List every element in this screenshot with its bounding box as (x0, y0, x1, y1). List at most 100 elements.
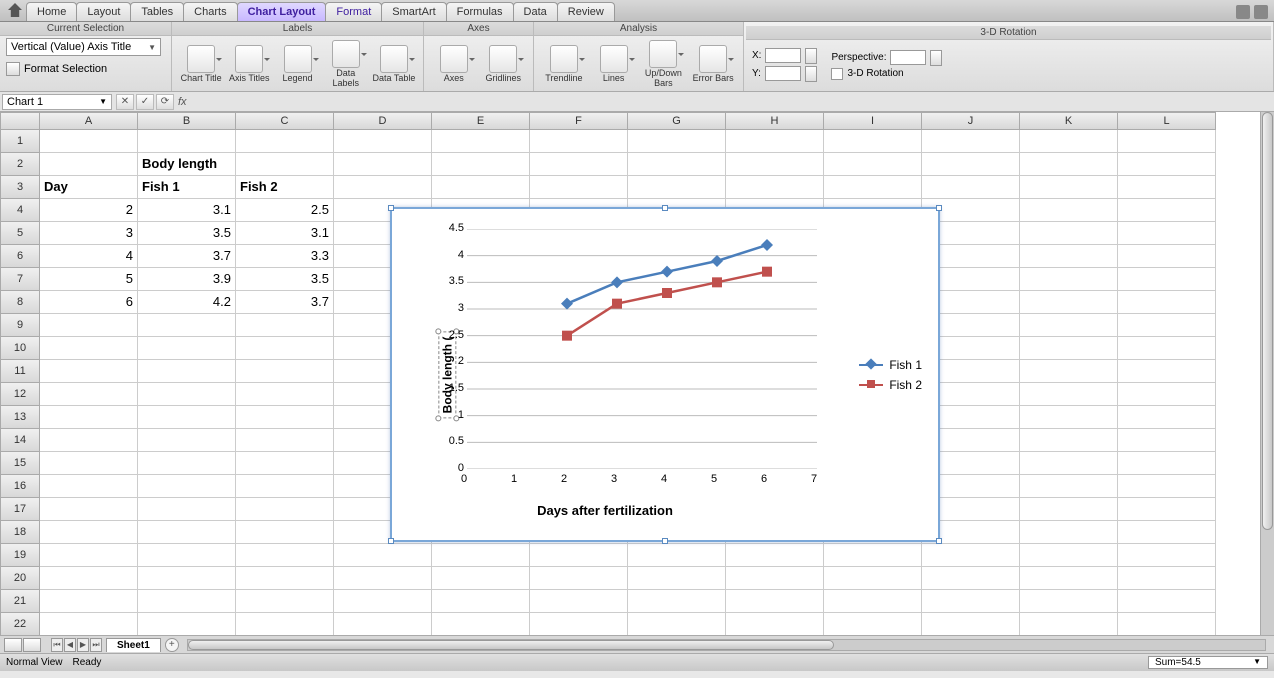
cell[interactable] (1020, 291, 1118, 314)
cell[interactable] (1020, 544, 1118, 567)
cell[interactable] (1020, 521, 1118, 544)
cell[interactable] (1020, 176, 1118, 199)
cell[interactable] (138, 337, 236, 360)
row-header[interactable]: 18 (0, 521, 40, 544)
row-header[interactable]: 13 (0, 406, 40, 429)
cell[interactable] (138, 475, 236, 498)
cell[interactable]: 3.9 (138, 268, 236, 291)
cell[interactable] (628, 544, 726, 567)
cell[interactable] (726, 590, 824, 613)
tab-chart-layout[interactable]: Chart Layout (237, 2, 327, 21)
cell[interactable] (138, 360, 236, 383)
tab-smartart[interactable]: SmartArt (381, 2, 446, 21)
column-header[interactable]: C (236, 112, 334, 130)
cell[interactable] (334, 153, 432, 176)
cell[interactable] (334, 590, 432, 613)
row-header[interactable]: 12 (0, 383, 40, 406)
cell[interactable]: 2 (40, 199, 138, 222)
resize-handle[interactable] (388, 538, 394, 544)
cell[interactable]: Day (40, 176, 138, 199)
cell[interactable]: 3 (40, 222, 138, 245)
cell[interactable] (1118, 567, 1216, 590)
first-sheet-button[interactable]: ⏮ (51, 638, 63, 652)
normal-view-button[interactable] (4, 638, 22, 652)
legend-item-fish2[interactable]: Fish 2 (859, 378, 922, 392)
collapse-ribbon-icon[interactable] (1236, 5, 1250, 19)
column-header[interactable]: G (628, 112, 726, 130)
cell[interactable]: 3.7 (138, 245, 236, 268)
cell[interactable] (334, 130, 432, 153)
cell[interactable] (1118, 153, 1216, 176)
cell[interactable] (138, 406, 236, 429)
cell[interactable] (40, 475, 138, 498)
chart-element-dropdown[interactable]: Vertical (Value) Axis Title ▼ (6, 38, 161, 56)
cell[interactable] (1118, 130, 1216, 153)
data-labels-button[interactable]: Data Labels (323, 40, 369, 89)
cell[interactable] (236, 475, 334, 498)
cell[interactable] (40, 613, 138, 635)
cell[interactable]: 4 (40, 245, 138, 268)
cell[interactable]: 6 (40, 291, 138, 314)
row-header[interactable]: 16 (0, 475, 40, 498)
row-header[interactable]: 3 (0, 176, 40, 199)
cell[interactable] (40, 544, 138, 567)
cell[interactable]: Fish 2 (236, 176, 334, 199)
last-sheet-button[interactable]: ⏭ (90, 638, 102, 652)
column-header[interactable]: I (824, 112, 922, 130)
cell[interactable] (1118, 613, 1216, 635)
rot-y-input[interactable] (765, 66, 801, 81)
cell[interactable] (40, 521, 138, 544)
cell[interactable]: 4.2 (138, 291, 236, 314)
tab-layout[interactable]: Layout (76, 2, 131, 21)
cell[interactable] (922, 590, 1020, 613)
column-header[interactable]: E (432, 112, 530, 130)
gear-icon[interactable] (1254, 5, 1268, 19)
column-header[interactable]: J (922, 112, 1020, 130)
cell[interactable] (40, 360, 138, 383)
cell[interactable] (1020, 406, 1118, 429)
cell[interactable] (1020, 567, 1118, 590)
perspective-spinner[interactable] (930, 50, 942, 66)
cell[interactable]: 3.7 (236, 291, 334, 314)
cell[interactable]: 3.1 (138, 199, 236, 222)
cell[interactable] (1118, 245, 1216, 268)
cell[interactable] (138, 130, 236, 153)
tab-data[interactable]: Data (513, 2, 558, 21)
cell[interactable] (236, 590, 334, 613)
cell[interactable] (432, 153, 530, 176)
cell[interactable] (1020, 199, 1118, 222)
cell[interactable]: 3.5 (138, 222, 236, 245)
row-header[interactable]: 8 (0, 291, 40, 314)
cell[interactable] (628, 567, 726, 590)
cell[interactable] (726, 130, 824, 153)
cell[interactable] (1118, 383, 1216, 406)
tab-charts[interactable]: Charts (183, 2, 237, 21)
cell[interactable] (530, 613, 628, 635)
cell[interactable] (236, 498, 334, 521)
cell[interactable] (40, 567, 138, 590)
format-selection-button[interactable]: Format Selection (6, 62, 107, 76)
cell[interactable] (922, 544, 1020, 567)
row-header[interactable]: 15 (0, 452, 40, 475)
cell[interactable] (530, 130, 628, 153)
cell[interactable] (236, 383, 334, 406)
cell[interactable] (1020, 452, 1118, 475)
row-header[interactable]: 6 (0, 245, 40, 268)
scrollbar-thumb[interactable] (1262, 112, 1273, 530)
cell[interactable] (1020, 475, 1118, 498)
home-icon[interactable] (8, 3, 22, 17)
lines-button[interactable]: Lines (590, 45, 638, 84)
cell[interactable] (236, 153, 334, 176)
cell[interactable] (922, 567, 1020, 590)
rot-x-input[interactable] (765, 48, 801, 63)
cell[interactable] (236, 130, 334, 153)
tab-formulas[interactable]: Formulas (446, 2, 514, 21)
column-header[interactable]: F (530, 112, 628, 130)
cell[interactable] (432, 613, 530, 635)
cell[interactable] (1118, 199, 1216, 222)
chart-title-button[interactable]: Chart Title (178, 45, 224, 84)
cell[interactable] (236, 360, 334, 383)
cell[interactable] (922, 153, 1020, 176)
cell[interactable] (1020, 337, 1118, 360)
cell[interactable] (138, 544, 236, 567)
